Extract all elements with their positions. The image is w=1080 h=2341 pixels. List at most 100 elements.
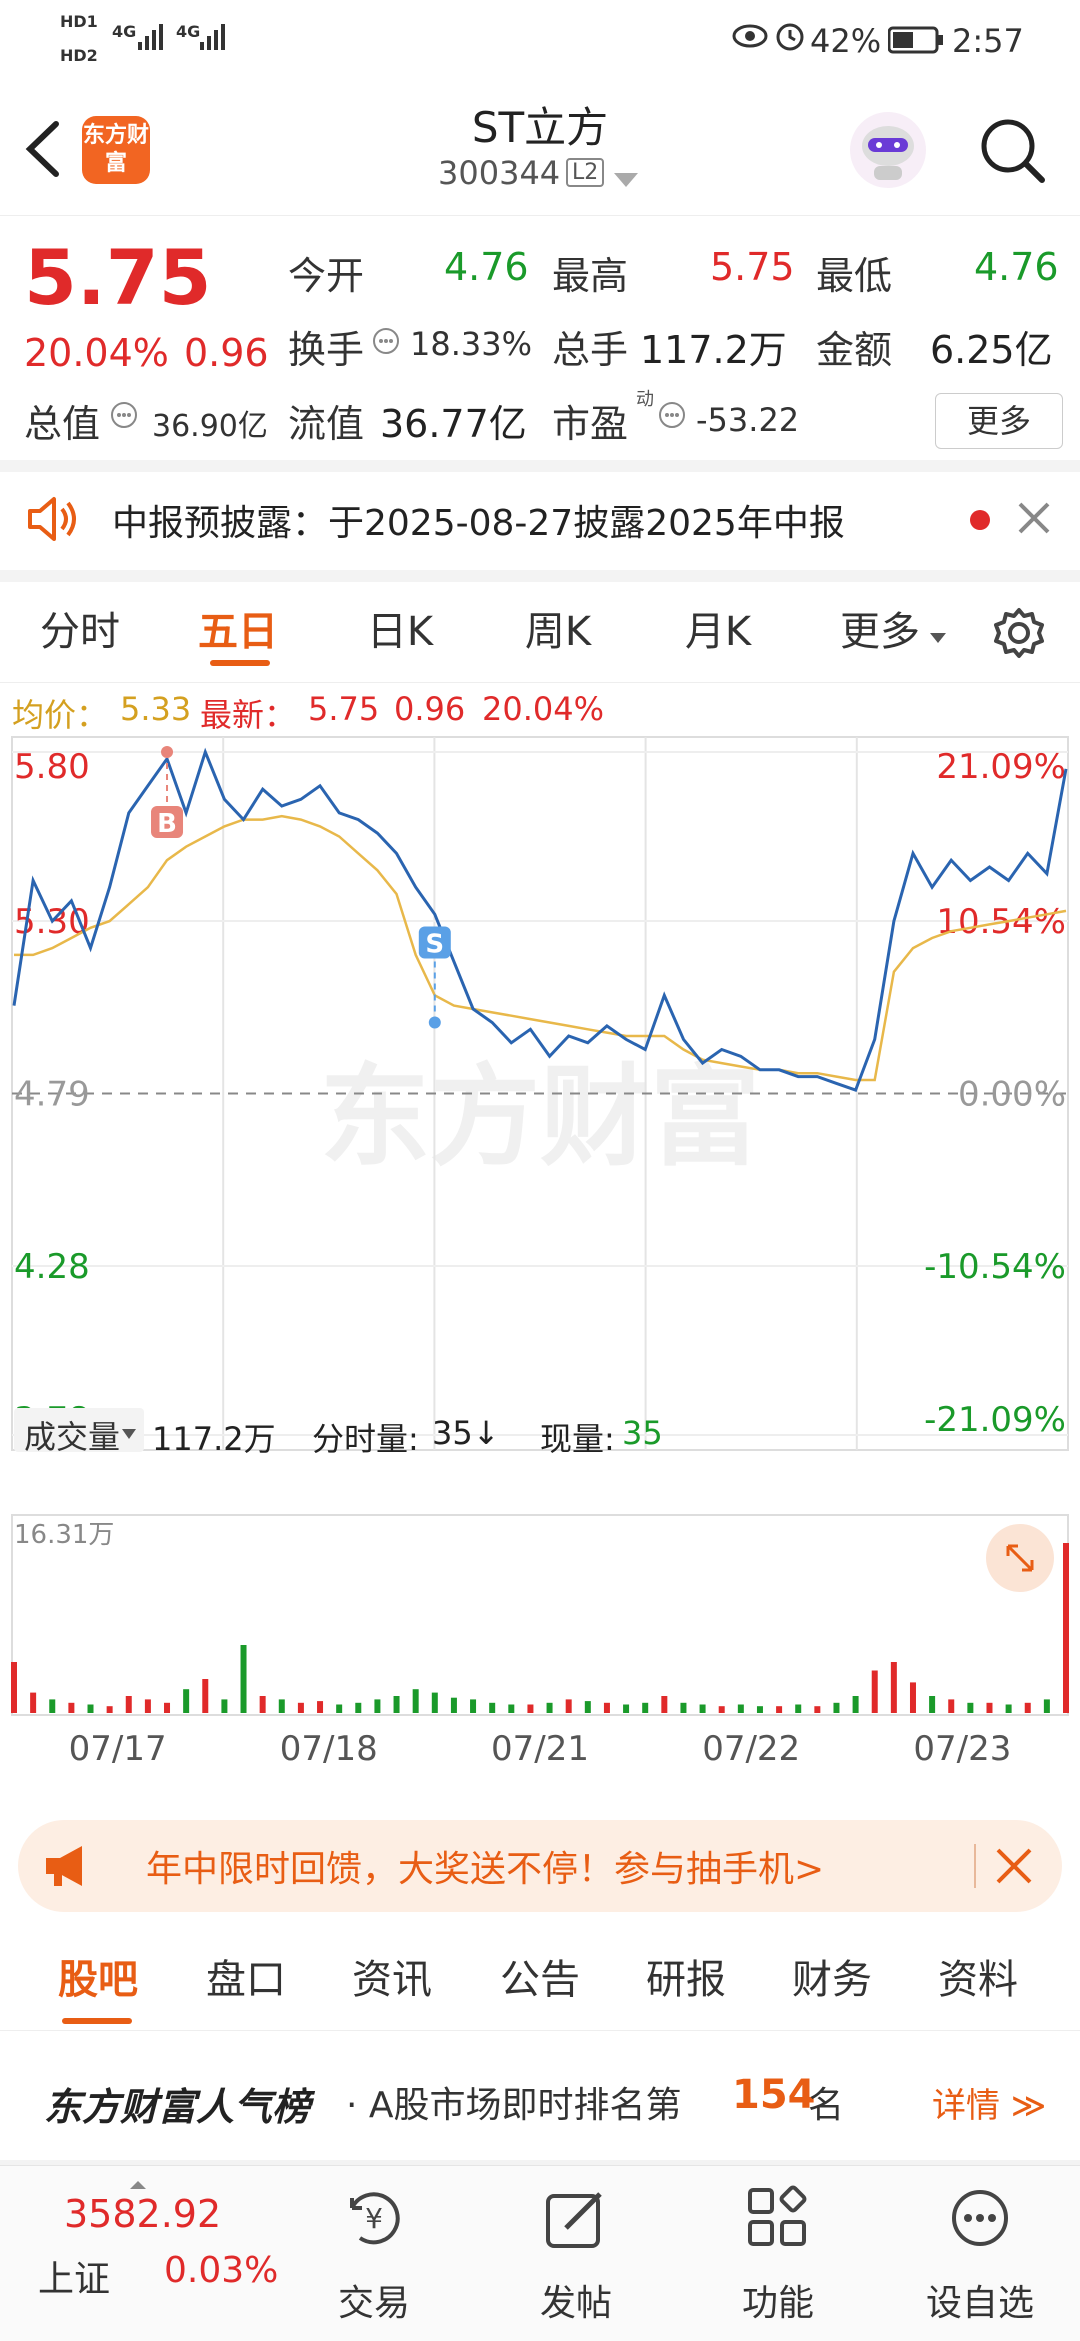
volume-bar [450,1697,457,1713]
volume-bar [565,1699,572,1713]
chart-canvas[interactable]: 东方财富 5.80 21.09%5.30 10.54%4.79 0.00%4.28 -1… [0,735,1080,1770]
volume-value: 117.2万 [640,328,787,372]
tab-news[interactable]: 资讯 [332,1930,452,2030]
x-tick-label: 07/17 [69,1729,167,1769]
tab-intraday[interactable]: 分时 [20,582,140,682]
pe-value: -53.22 [696,401,800,439]
triangle-down-icon [122,1424,136,1443]
tab-announcement[interactable]: 公告 [480,1930,600,2030]
volume-bar [623,1704,630,1713]
dropdown-icon[interactable] [614,172,638,191]
expand-button[interactable] [986,1524,1054,1592]
triangle-down-icon [930,628,946,647]
tab-pankou[interactable]: 盘口 [186,1930,306,2030]
marker-dot [161,746,174,758]
tab-daily-k[interactable]: 日K [340,582,460,682]
nav-watchlist[interactable]: 设自选 [880,2166,1080,2341]
volume-bar [756,1706,763,1713]
nav-functions[interactable]: 功能 [678,2166,878,2341]
x-tick-label: 07/21 [491,1729,589,1769]
y-tick-right: 0.00% [958,1075,1066,1115]
rank-brand: 东方财富人气榜 [44,2085,311,2129]
rank-suffix: 名 [808,2085,845,2126]
close-icon[interactable] [994,1846,1034,1890]
more-button[interactable]: 更多 [935,393,1063,449]
nav-post[interactable]: 发帖 [476,2166,676,2341]
tab-weekly-k[interactable]: 周K [498,582,618,682]
rank-text: · A股市场即时排名第 [346,2085,682,2126]
promo-banner[interactable]: 年中限时回馈，大奖送不停！参与抽手机> [18,1820,1062,1912]
volume-bar [278,1699,285,1713]
volume-bar [240,1645,247,1713]
tab-profile[interactable]: 资料 [918,1930,1038,2030]
rank-detail-link[interactable]: 详情 ≫ [932,2078,1046,2127]
volume-bar [737,1704,744,1713]
sim2-label: HD2 [60,46,98,65]
volume-bar [967,1702,974,1713]
settings-icon[interactable] [992,606,1046,664]
nav-trade-label: 交易 [337,2283,410,2324]
active-tab-indicator [210,660,270,666]
svg-text:¥: ¥ [365,2202,383,2235]
volume-bar [986,1702,993,1713]
volume-bar [1024,1702,1031,1713]
volume-bar [661,1696,668,1713]
tab-five-day[interactable]: 五日 [178,582,298,682]
current-price: 5.75 [24,233,212,322]
open-label: 今开 [288,254,365,298]
tab-guba[interactable]: 股吧 [38,1930,158,2030]
turnover-label: 换手 [288,328,365,372]
volume-bar [183,1689,190,1713]
volume-max-label: 16.31万 [14,1520,114,1550]
volume-bar [49,1699,56,1713]
five-day-chart[interactable]: 均价： 5.33 最新： 5.75 0.96 20.04% 东方财富 5.80 2… [0,680,1080,1770]
close-icon[interactable] [1016,500,1052,540]
change-amount: 0.96 [184,331,269,375]
low-label: 最低 [816,254,893,298]
amount-label: 金额 [816,328,893,372]
nav-trade[interactable]: ¥ 交易 [274,2166,474,2341]
index-name[interactable]: 上证 [38,2250,110,2302]
info-icon[interactable] [658,401,686,433]
volume-bar [929,1696,936,1713]
tab-monthly-k[interactable]: 月K [658,582,778,682]
volume-bar [814,1706,821,1713]
volume-indicator-select[interactable]: 成交量 [14,1408,144,1456]
popularity-rank[interactable]: 东方财富人气榜 · A股市场即时排名第 154 名 详情 ≫ [0,2040,1080,2172]
robot-assistant-icon[interactable] [848,110,928,194]
index-value[interactable]: 3582.92 [64,2192,221,2236]
tick-volume-value: 35↓ [432,1414,500,1452]
info-icon[interactable] [372,327,400,359]
network2-label: 4G [176,22,201,41]
level2-badge[interactable]: L2 [566,158,605,187]
back-button[interactable] [20,118,64,184]
avg-price-value: 5.33 [120,690,192,728]
pe-superscript: 动 [636,389,654,410]
info-icon[interactable] [110,401,138,433]
volume-bar [355,1702,362,1713]
sim1-label: HD1 [60,12,98,31]
notice-bar[interactable]: 中报预披露：于2025-08-27披露2025年中报 [0,470,1080,582]
caret-up-icon [130,2174,146,2193]
battery-icon [887,26,944,62]
app-logo[interactable]: 东方财富 [82,116,150,184]
volume-bar [546,1702,553,1713]
tab-research[interactable]: 研报 [626,1930,746,2030]
network1-label: 4G [112,22,137,41]
float-value: 36.77亿 [380,402,527,446]
x-axis-labels: 07/17 07/18 07/21 07/22 07/23 [69,1729,1012,1769]
index-percent[interactable]: 0.03% [164,2250,278,2291]
search-icon[interactable] [976,114,1048,190]
volume-bar [680,1702,687,1713]
volume-bar [508,1704,515,1713]
tick-volume-label: 分时量: [312,1420,419,1458]
content-tabs: 股吧 盘口 资讯 公告 研报 财务 资料 [0,1930,1080,2031]
x-tick-label: 07/22 [702,1729,800,1769]
volume-bar [833,1702,840,1713]
tab-finance[interactable]: 财务 [772,1930,892,2030]
y-tick-right: 21.09% [936,747,1066,787]
tab-more[interactable]: 更多 [820,582,940,682]
latest-value: 5.75 [308,690,380,728]
y-tick-right: -21.09% [924,1400,1066,1440]
y-tick-left: 4.79 [14,1075,90,1115]
